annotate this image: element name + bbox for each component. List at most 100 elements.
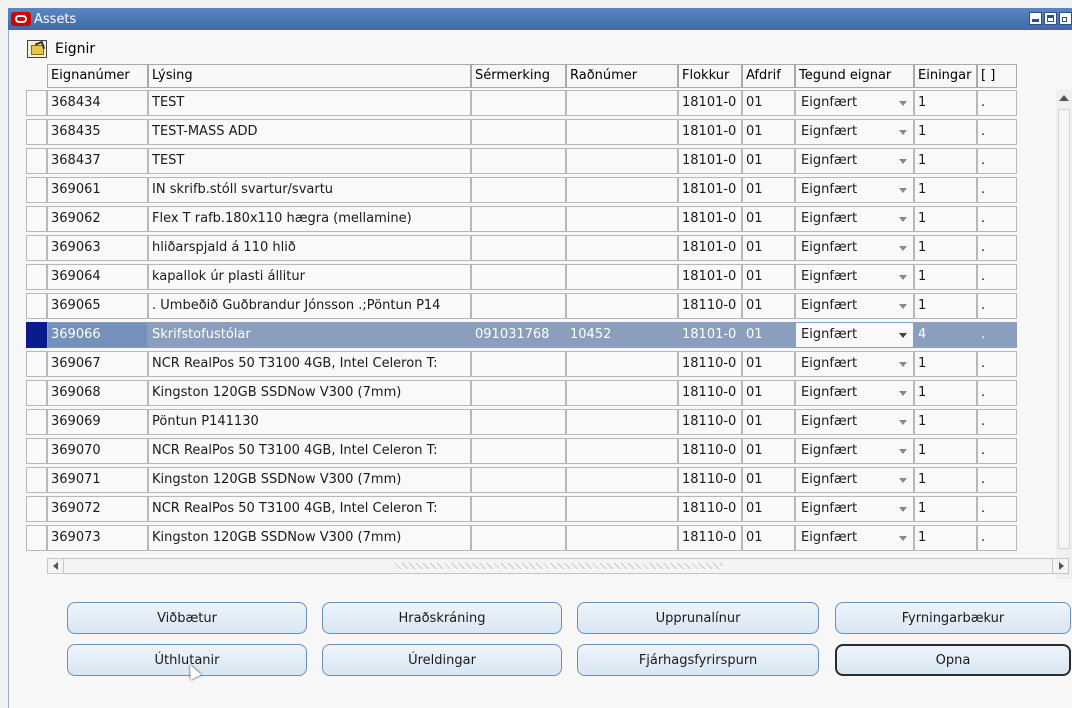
financial-inquiry-button[interactable]: Fjárhagsfyrirspurn — [577, 644, 819, 676]
cell-category[interactable]: 18110-0 — [678, 380, 742, 406]
cell-description[interactable]: TEST — [148, 90, 471, 116]
cell-tag[interactable] — [471, 90, 566, 116]
dropdown-arrow-icon[interactable] — [899, 246, 907, 251]
cell-asset-type[interactable]: Eignfært — [795, 525, 914, 551]
cell-tag[interactable] — [471, 235, 566, 261]
scroll-thumb[interactable] — [1058, 109, 1070, 549]
cell-tag[interactable] — [471, 409, 566, 435]
cell-depreciation[interactable]: 01 — [742, 380, 795, 406]
scroll-grip[interactable] — [393, 563, 723, 569]
row-selector[interactable] — [26, 293, 47, 319]
dropdown-arrow-icon[interactable] — [899, 275, 907, 280]
cell-depreciation[interactable]: 01 — [742, 496, 795, 522]
cell-tag[interactable] — [471, 206, 566, 232]
row-selector[interactable] — [26, 322, 47, 348]
cell-units[interactable]: 1 — [914, 438, 977, 464]
dropdown-arrow-icon[interactable] — [899, 507, 907, 512]
row-selector[interactable] — [26, 148, 47, 174]
row-selector[interactable] — [26, 90, 47, 116]
window-title-bar[interactable]: Assets — [8, 8, 1072, 30]
scroll-left-icon[interactable] — [48, 559, 64, 573]
cell-extra[interactable]: . — [977, 177, 1017, 203]
cell-serial[interactable] — [566, 496, 678, 522]
row-selector[interactable] — [26, 351, 47, 377]
cell-depreciation[interactable]: 01 — [742, 177, 795, 203]
cell-category[interactable]: 18101-0 — [678, 90, 742, 116]
cell-serial[interactable] — [566, 525, 678, 551]
cell-category[interactable]: 18110-0 — [678, 467, 742, 493]
cell-serial[interactable] — [566, 351, 678, 377]
cell-description[interactable]: Kingston 120GB SSDNow V300 (7mm) — [148, 525, 471, 551]
cell-serial[interactable] — [566, 438, 678, 464]
row-selector[interactable] — [26, 409, 47, 435]
cell-extra[interactable]: . — [977, 351, 1017, 377]
row-selector[interactable] — [26, 496, 47, 522]
cell-units[interactable]: 1 — [914, 409, 977, 435]
cell-depreciation[interactable]: 01 — [742, 322, 795, 348]
table-row[interactable]: 369070 NCR RealPos 50 T3100 4GB, Intel Ce… — [9, 436, 1017, 465]
minimize-icon[interactable] — [1029, 12, 1042, 25]
row-selector[interactable] — [26, 235, 47, 261]
table-row[interactable]: 369065 . Umbeðið Guðbrandur Jónsson .;Pön… — [9, 291, 1017, 320]
cell-tag[interactable] — [471, 177, 566, 203]
cell-description[interactable]: NCR RealPos 50 T3100 4GB, Intel Celeron … — [148, 351, 471, 377]
cell-asset-number[interactable]: 369070 — [47, 438, 148, 464]
row-selector[interactable] — [26, 264, 47, 290]
cell-serial[interactable] — [566, 409, 678, 435]
vertical-scrollbar[interactable] — [1056, 89, 1072, 579]
dropdown-arrow-icon[interactable] — [899, 188, 907, 193]
table-row[interactable]: 369062 Flex T rafb.180x110 hægra (mellami… — [9, 204, 1017, 233]
table-row[interactable]: 369071 Kingston 120GB SSDNow V300 (7mm) 18… — [9, 465, 1017, 494]
table-row[interactable]: 369073 Kingston 120GB SSDNow V300 (7mm) 18… — [9, 523, 1017, 552]
cell-serial[interactable] — [566, 293, 678, 319]
cell-extra[interactable]: . — [977, 380, 1017, 406]
cell-asset-number[interactable]: 368435 — [47, 119, 148, 145]
table-row[interactable]: 368435 TEST-MASS ADD 18101-0 01 Eignfært 1. — [9, 117, 1017, 146]
cell-serial[interactable] — [566, 235, 678, 261]
cell-tag[interactable] — [471, 351, 566, 377]
table-row[interactable]: 369067 NCR RealPos 50 T3100 4GB, Intel Ce… — [9, 349, 1017, 378]
open-folder-icon[interactable] — [27, 40, 47, 58]
cell-description[interactable]: kapallok úr plasti állitur — [148, 264, 471, 290]
cell-tag[interactable] — [471, 293, 566, 319]
cell-extra[interactable]: . — [977, 525, 1017, 551]
cell-category[interactable]: 18101-0 — [678, 235, 742, 261]
dropdown-arrow-icon[interactable] — [899, 101, 907, 106]
cell-units[interactable]: 1 — [914, 496, 977, 522]
cell-asset-type[interactable]: Eignfært — [795, 496, 914, 522]
cell-asset-number[interactable]: 368434 — [47, 90, 148, 116]
cell-depreciation[interactable]: 01 — [742, 119, 795, 145]
cell-asset-number[interactable]: 369065 — [47, 293, 148, 319]
cell-extra[interactable]: . — [977, 438, 1017, 464]
cell-depreciation[interactable]: 01 — [742, 264, 795, 290]
cell-asset-number[interactable]: 369073 — [47, 525, 148, 551]
dropdown-arrow-icon[interactable] — [899, 449, 907, 454]
cell-tag[interactable] — [471, 380, 566, 406]
cell-extra[interactable]: . — [977, 496, 1017, 522]
cell-units[interactable]: 1 — [914, 177, 977, 203]
cell-depreciation[interactable]: 01 — [742, 438, 795, 464]
cell-serial[interactable] — [566, 264, 678, 290]
row-selector[interactable] — [26, 119, 47, 145]
cell-extra[interactable]: . — [977, 206, 1017, 232]
cell-asset-type[interactable]: Eignfært — [795, 351, 914, 377]
cell-asset-type[interactable]: Eignfært — [795, 438, 914, 464]
cell-units[interactable]: 1 — [914, 206, 977, 232]
scroll-right-icon[interactable] — [1052, 559, 1068, 573]
row-selector[interactable] — [26, 206, 47, 232]
cell-asset-type[interactable]: Eignfært — [795, 293, 914, 319]
cell-description[interactable]: TEST-MASS ADD — [148, 119, 471, 145]
cell-description[interactable]: Kingston 120GB SSDNow V300 (7mm) — [148, 467, 471, 493]
cell-description[interactable]: . Umbeðið Guðbrandur Jónsson .;Pöntun P1… — [148, 293, 471, 319]
cell-depreciation[interactable]: 01 — [742, 351, 795, 377]
cell-asset-number[interactable]: 369061 — [47, 177, 148, 203]
cell-category[interactable]: 18101-0 — [678, 206, 742, 232]
cell-description[interactable]: IN skrifb.stóll svartur/svartu — [148, 177, 471, 203]
scroll-up-icon[interactable] — [1059, 95, 1069, 101]
cell-depreciation[interactable]: 01 — [742, 525, 795, 551]
cell-extra[interactable]: . — [977, 264, 1017, 290]
cell-asset-type[interactable]: Eignfært — [795, 119, 914, 145]
table-row[interactable]: 369068 Kingston 120GB SSDNow V300 (7mm) 18… — [9, 378, 1017, 407]
cell-asset-number[interactable]: 369066 — [47, 322, 148, 348]
cell-depreciation[interactable]: 01 — [742, 90, 795, 116]
